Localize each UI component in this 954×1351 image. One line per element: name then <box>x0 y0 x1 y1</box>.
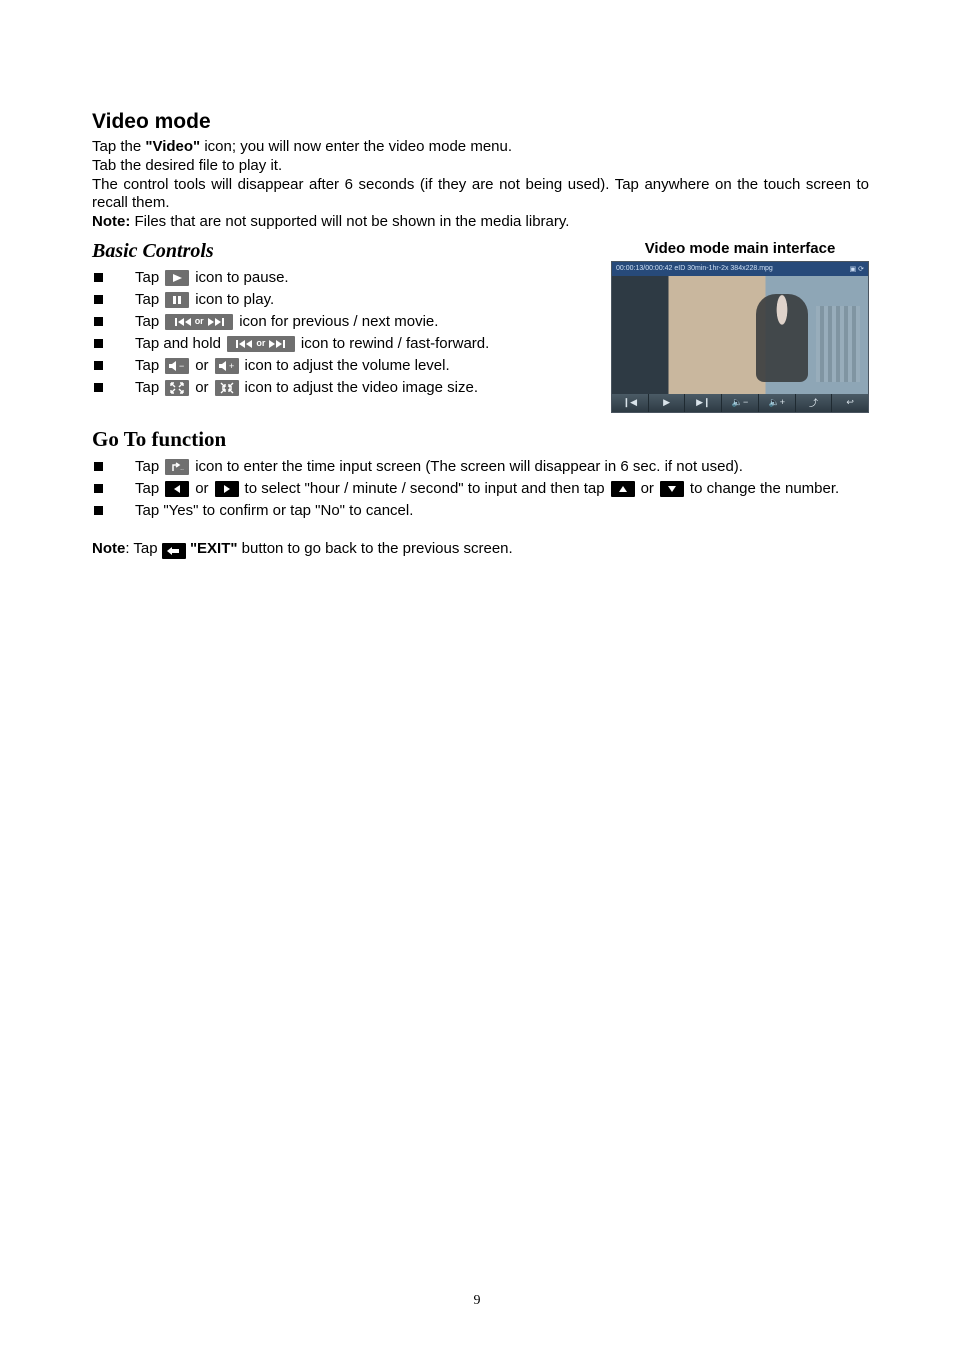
final-note: Note: Tap "EXIT" button to go back to th… <box>92 540 869 559</box>
goto-heading: Go To function <box>92 427 869 452</box>
list-item: Tap icon to pause. <box>92 267 593 289</box>
item-text: Tap "Yes" to confirm or tap "No" to canc… <box>135 501 413 521</box>
tap-word: Tap <box>135 356 159 376</box>
list-item: Tap or icon to adjust the video image si… <box>92 377 593 399</box>
basic-controls-list: Tap icon to pause. Tap icon to play. Tap <box>92 267 593 399</box>
tap-word: Tap <box>135 312 159 332</box>
thumb-controlbar: ❙◀ ▶ ▶❙ 🔈− 🔈+ ⤴ ↩ <box>612 394 868 412</box>
video-word: "Video" <box>145 138 200 155</box>
up-solid-icon <box>611 481 635 497</box>
goto-icon: … <box>165 459 189 475</box>
intro-text: Tap the <box>92 138 145 155</box>
tap-word: Tap <box>135 268 159 288</box>
tap-word: Tap <box>135 290 159 310</box>
goto-list: Tap … icon to enter the time input scree… <box>92 456 869 522</box>
thumb-play-icon: ▶ <box>649 394 686 412</box>
item-text: icon for previous / next movie. <box>239 312 438 332</box>
thumb-top-text: 00:00:13/00:00:42 eID 30min-1hr-2x 384x2… <box>616 265 773 272</box>
exit-word: "EXIT" <box>190 540 238 557</box>
intro-text: icon; you will now enter the video mode … <box>200 138 512 155</box>
tap-word: Tap <box>135 457 159 477</box>
intro-text: The control tools will disappear after 6… <box>92 176 869 214</box>
zoom-out-arrows-icon <box>165 380 189 396</box>
play-triangle-icon <box>165 270 189 286</box>
thumb-exit-icon: ↩ <box>832 394 868 412</box>
basic-controls-heading: Basic Controls <box>92 240 593 263</box>
tap-word: Tap <box>135 479 159 499</box>
vol-up-icon: + <box>215 358 239 374</box>
or-label: or <box>254 339 267 348</box>
zoom-in-arrows-icon <box>215 380 239 396</box>
or-word: or <box>195 378 208 398</box>
bullet-icon <box>94 295 103 304</box>
note-text: : Tap <box>125 540 161 557</box>
intro-text: Tab the desired file to play it. <box>92 157 869 176</box>
page-title: Video mode <box>92 110 869 134</box>
left-solid-icon <box>165 481 189 497</box>
item-text: icon to adjust the volume level. <box>245 356 450 376</box>
or-word: or <box>641 479 654 499</box>
item-text: icon to adjust the video image size. <box>245 378 478 398</box>
thumb-goto-icon: ⤴ <box>796 394 833 412</box>
note-text: button to go back to the previous screen… <box>238 540 513 557</box>
page-number: 9 <box>0 1293 954 1309</box>
vol-down-icon: − <box>165 358 189 374</box>
list-item: Tap and hold or icon to rewind / fast-fo… <box>92 333 593 355</box>
exit-back-icon <box>162 543 186 559</box>
or-word: or <box>195 479 208 499</box>
rewind-ff-combo-icon: or <box>227 336 295 352</box>
thumb-voldown-icon: 🔈− <box>722 394 759 412</box>
bullet-icon <box>94 317 103 326</box>
item-text: icon to enter the time input screen (The… <box>195 457 743 477</box>
pause-bars-icon <box>165 292 189 308</box>
bullet-icon <box>94 506 103 515</box>
intro-block: Tap the "Video" icon; you will now enter… <box>92 138 869 232</box>
bullet-icon <box>94 273 103 282</box>
item-text: to change the number. <box>690 479 839 499</box>
item-text: icon to play. <box>195 290 274 310</box>
bullet-icon <box>94 462 103 471</box>
svg-text:+: + <box>229 361 234 371</box>
down-solid-icon <box>660 481 684 497</box>
svg-text:−: − <box>179 361 184 371</box>
bullet-icon <box>94 484 103 493</box>
list-item: Tap … icon to enter the time input scree… <box>92 456 869 478</box>
bullet-icon <box>94 339 103 348</box>
thumb-volup-icon: 🔈+ <box>759 394 796 412</box>
prev-next-combo-icon: or <box>165 314 233 330</box>
item-text: icon to pause. <box>195 268 288 288</box>
list-item: Tap or icon for previous / next movie. <box>92 311 593 333</box>
thumb-prev-icon: ❙◀ <box>612 394 649 412</box>
tap-hold-word: Tap and hold <box>135 334 221 354</box>
item-text: to select "hour / minute / second" to in… <box>245 479 605 499</box>
or-label: or <box>193 317 206 326</box>
svg-text:…: … <box>180 466 184 472</box>
list-item: Tap "Yes" to confirm or tap "No" to canc… <box>92 500 869 522</box>
note-label: Note <box>92 540 125 557</box>
list-item: Tap − or + icon to adjust the volume lev… <box>92 355 593 377</box>
or-word: or <box>195 356 208 376</box>
note-text: Files that are not supported will not be… <box>130 213 569 230</box>
thumbnail-caption: Video mode main interface <box>611 240 869 257</box>
list-item: Tap or to select "hour / minute / second… <box>92 478 869 500</box>
bullet-icon <box>94 361 103 370</box>
tap-word: Tap <box>135 378 159 398</box>
item-text: icon to rewind / fast-forward. <box>301 334 489 354</box>
bullet-icon <box>94 383 103 392</box>
right-solid-icon <box>215 481 239 497</box>
thumb-next-icon: ▶❙ <box>685 394 722 412</box>
video-interface-thumbnail: 00:00:13/00:00:42 eID 30min-1hr-2x 384x2… <box>611 261 869 413</box>
list-item: Tap icon to play. <box>92 289 593 311</box>
note-label: Note: <box>92 213 130 230</box>
thumb-top-icons: ▣ ⟳ <box>850 265 864 273</box>
